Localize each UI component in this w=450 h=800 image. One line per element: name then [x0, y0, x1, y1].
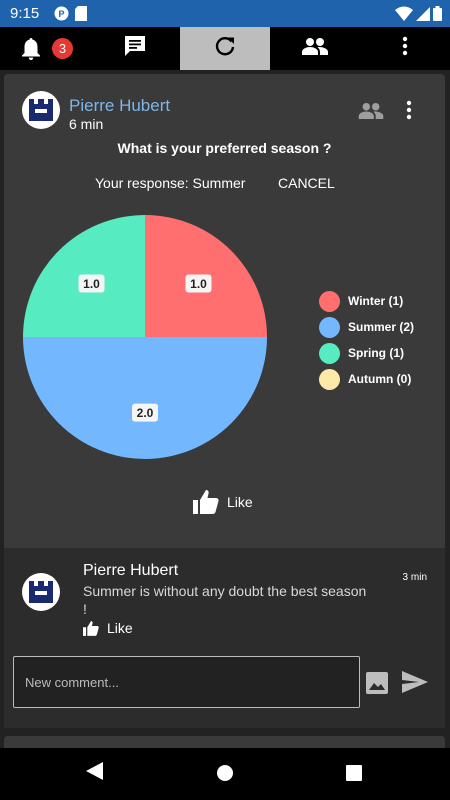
- comment-like-button[interactable]: Like: [83, 620, 133, 636]
- thumb-up-icon: [193, 490, 219, 514]
- post-like-button[interactable]: Like: [193, 490, 253, 514]
- like-label: Like: [107, 620, 133, 636]
- cancel-response-button[interactable]: CANCEL: [278, 175, 335, 191]
- image-icon: [366, 672, 388, 694]
- legend-swatch: [319, 342, 340, 364]
- like-label: Like: [227, 494, 253, 510]
- refresh-tab[interactable]: [180, 27, 270, 70]
- comments-section: Pierre Hubert Summer is without any doub…: [4, 548, 445, 728]
- legend-item-autumn: Autumn (0): [319, 366, 414, 392]
- post-card: Pierre Hubert 6 min What is your preferr…: [4, 74, 445, 728]
- commenter-avatar[interactable]: [22, 573, 60, 611]
- legend-label: Autumn (0): [348, 372, 412, 386]
- avatar[interactable]: [22, 91, 60, 129]
- post-time: 6 min: [69, 116, 104, 132]
- legend-item-summer: Summer (2): [319, 314, 414, 340]
- message-icon: [124, 35, 146, 62]
- pie-label-spring: 1.0: [78, 274, 105, 293]
- thumb-up-icon: [83, 620, 99, 636]
- svg-text:1.0: 1.0: [190, 277, 207, 291]
- refresh-icon: [214, 35, 236, 62]
- back-icon: [86, 762, 103, 780]
- next-post-card: [4, 736, 445, 748]
- bell-icon: [21, 38, 41, 65]
- new-comment-input[interactable]: [13, 656, 360, 708]
- legend-label: Summer (2): [348, 320, 415, 334]
- conversations-tab[interactable]: [90, 27, 180, 70]
- signal-icon: [416, 6, 430, 26]
- app-notification-icon: P: [54, 6, 69, 26]
- legend-swatch: [319, 368, 340, 390]
- legend-swatch: [319, 316, 340, 338]
- pie-label-winter: 1.0: [185, 274, 212, 293]
- status-bar: 9:15 P: [0, 0, 450, 27]
- friends-tab[interactable]: [270, 27, 360, 70]
- svg-text:2.0: 2.0: [137, 406, 154, 420]
- sd-card-icon: [75, 6, 87, 26]
- pie-slice-summer: [23, 337, 267, 459]
- add-image-button[interactable]: [366, 672, 388, 699]
- post-author[interactable]: Pierre Hubert: [69, 96, 170, 116]
- system-navigation-bar: [0, 748, 450, 800]
- group-icon: [302, 37, 328, 60]
- survey-response: Your response: Summer: [95, 175, 246, 191]
- back-button[interactable]: [86, 762, 103, 785]
- legend-label: Spring (1): [348, 346, 404, 360]
- more-vert-icon: [402, 36, 408, 61]
- wifi-icon: [395, 6, 413, 26]
- recents-button[interactable]: [346, 765, 362, 786]
- notification-count-badge: 3: [52, 38, 73, 59]
- battery-icon: [433, 6, 442, 26]
- svg-text:1.0: 1.0: [83, 277, 100, 291]
- recents-icon: [346, 765, 362, 781]
- survey-question: What is your preferred season ?: [117, 140, 332, 156]
- comment-text: Summer is without any doubt the best sea…: [83, 583, 367, 617]
- user-avatar-icon: [29, 581, 53, 603]
- chart-legend: Winter (1) Summer (2) Spring (1) Autumn (0): [319, 288, 414, 392]
- notifications-tab[interactable]: 3: [0, 27, 90, 70]
- send-comment-button[interactable]: [402, 671, 428, 698]
- comment-author[interactable]: Pierre Hubert: [83, 562, 178, 580]
- survey-pie-chart: 1.0 2.0 1.0: [23, 215, 267, 459]
- legend-item-winter: Winter (1): [319, 288, 414, 314]
- pie-label-summer: 2.0: [132, 403, 158, 422]
- home-icon: [217, 765, 233, 781]
- post-menu-button[interactable]: [406, 100, 412, 125]
- more-menu-button[interactable]: [360, 27, 450, 70]
- user-avatar-icon: [29, 99, 53, 121]
- legend-label: Winter (1): [348, 294, 404, 308]
- top-navigation: 3: [0, 27, 450, 70]
- legend-swatch: [319, 290, 340, 312]
- legend-item-spring: Spring (1): [319, 340, 414, 366]
- comment-time: 3 min: [402, 572, 427, 583]
- svg-text:P: P: [58, 9, 64, 19]
- post-visibility-icon[interactable]: [358, 102, 384, 124]
- send-icon: [402, 671, 428, 693]
- clock: 9:15: [10, 5, 40, 22]
- feed[interactable]: Pierre Hubert 6 min What is your preferr…: [0, 70, 450, 748]
- more-vert-icon: [406, 100, 412, 120]
- home-button[interactable]: [217, 765, 233, 786]
